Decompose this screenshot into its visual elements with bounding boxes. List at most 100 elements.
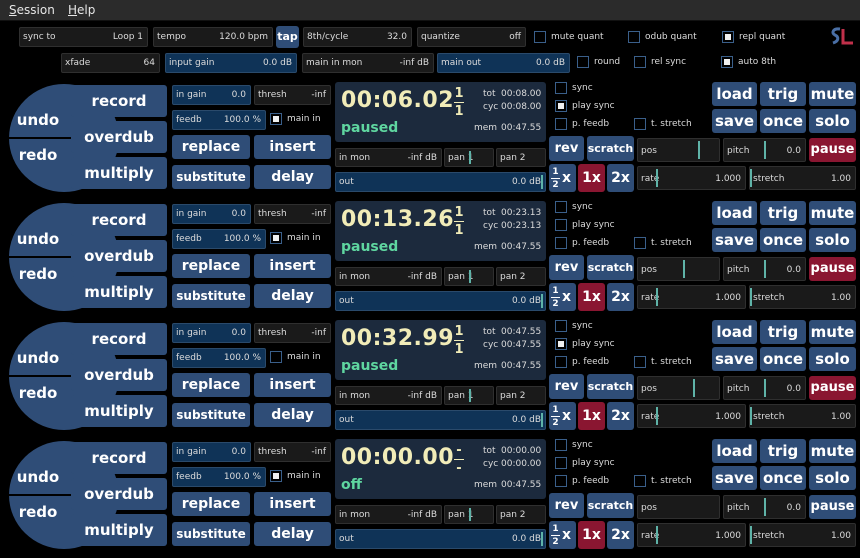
replace-button[interactable]: replace (172, 254, 250, 278)
reverse-button[interactable]: rev (549, 255, 584, 280)
pan-2-slider[interactable]: pan 2 (496, 148, 546, 167)
quantize-select[interactable]: quantize off (417, 27, 526, 47)
scratch-button[interactable]: scratch (587, 136, 634, 161)
main-in-checkbox[interactable]: main in (270, 351, 321, 365)
out-slider[interactable]: out 0.0 dB (335, 529, 546, 549)
save-button[interactable]: save (712, 109, 757, 133)
checkbox-box[interactable] (577, 56, 589, 68)
checkbox-box[interactable] (555, 439, 567, 451)
normal-speed-button[interactable]: 1x (578, 164, 605, 192)
p-feedb-checkbox[interactable]: p. feedb (555, 356, 609, 370)
multiply-button[interactable]: multiply (71, 157, 167, 189)
substitute-button[interactable]: substitute (172, 403, 250, 427)
pause-button[interactable]: pause (809, 138, 856, 162)
menu-help[interactable]: Help (68, 3, 95, 17)
pan-2-slider[interactable]: pan 2 (496, 505, 546, 524)
pitch-slider[interactable]: pitch 0.0 (723, 257, 806, 281)
substitute-button[interactable]: substitute (172, 284, 250, 308)
record-button[interactable]: record (71, 442, 167, 474)
thresh-slider[interactable]: thresh -inf (254, 442, 331, 462)
checkbox-box[interactable] (270, 232, 282, 244)
replace-button[interactable]: replace (172, 492, 250, 516)
out-slider[interactable]: out 0.0 dB (335, 410, 546, 430)
load-button[interactable]: load (712, 201, 757, 225)
t-stretch-checkbox[interactable]: t. stretch (634, 237, 692, 251)
load-button[interactable]: load (712, 82, 757, 106)
rel-sync-checkbox[interactable]: rel sync (634, 56, 686, 70)
half-speed-button[interactable]: 12 x (549, 164, 576, 192)
save-button[interactable]: save (712, 466, 757, 490)
scratch-button[interactable]: scratch (587, 493, 634, 518)
sync-checkbox[interactable]: sync (555, 439, 593, 453)
feedback-slider[interactable]: feedb 100.0 % (172, 467, 266, 487)
overdub-button[interactable]: overdub (71, 240, 167, 272)
delay-button[interactable]: delay (254, 284, 331, 308)
once-button[interactable]: once (760, 347, 806, 371)
undo-button[interactable]: undo (9, 468, 67, 486)
pitch-slider[interactable]: pitch 0.0 (723, 495, 806, 519)
undo-button[interactable]: undo (9, 349, 67, 367)
double-speed-button[interactable]: 2x (607, 283, 634, 311)
mute-button[interactable]: mute (809, 82, 856, 106)
in-mon-slider[interactable]: in mon -inf dB (335, 148, 442, 167)
checkbox-box[interactable] (555, 82, 567, 94)
multiply-button[interactable]: multiply (71, 276, 167, 308)
main-in-mon-slider[interactable]: main in mon -inf dB (302, 53, 434, 73)
rate-slider[interactable]: rate 1.000 (637, 523, 746, 547)
checkbox-box[interactable] (555, 100, 567, 112)
scratch-button[interactable]: scratch (587, 255, 634, 280)
p-feedb-checkbox[interactable]: p. feedb (555, 118, 609, 132)
normal-speed-button[interactable]: 1x (578, 521, 605, 549)
pause-button[interactable]: pause (809, 257, 856, 281)
thresh-slider[interactable]: thresh -inf (254, 323, 331, 343)
once-button[interactable]: once (760, 109, 806, 133)
save-button[interactable]: save (712, 347, 757, 371)
p-feedb-checkbox[interactable]: p. feedb (555, 475, 609, 489)
record-button[interactable]: record (71, 323, 167, 355)
load-button[interactable]: load (712, 439, 757, 463)
checkbox-box[interactable] (628, 31, 640, 43)
normal-speed-button[interactable]: 1x (578, 283, 605, 311)
checkbox-box[interactable] (555, 320, 567, 332)
redo-button[interactable]: redo (9, 384, 67, 402)
solo-button[interactable]: solo (809, 347, 856, 371)
in-gain-slider[interactable]: in gain 0.0 (172, 85, 251, 105)
checkbox-box[interactable] (555, 475, 567, 487)
mute-quant-checkbox[interactable]: mute quant (534, 31, 604, 45)
rate-slider[interactable]: rate 1.000 (637, 285, 746, 309)
reverse-button[interactable]: rev (549, 136, 584, 161)
feedback-slider[interactable]: feedb 100.0 % (172, 110, 266, 130)
mute-button[interactable]: mute (809, 439, 856, 463)
solo-button[interactable]: solo (809, 109, 856, 133)
in-mon-slider[interactable]: in mon -inf dB (335, 386, 442, 405)
multiply-button[interactable]: multiply (71, 395, 167, 427)
t-stretch-checkbox[interactable]: t. stretch (634, 356, 692, 370)
position-slider[interactable]: pos (637, 138, 720, 162)
checkbox-box[interactable] (555, 201, 567, 213)
record-button[interactable]: record (71, 85, 167, 117)
trigger-button[interactable]: trig (760, 320, 806, 344)
checkbox-box[interactable] (634, 56, 646, 68)
input-gain-slider[interactable]: input gain 0.0 dB (165, 53, 297, 73)
sync-to-select[interactable]: sync to Loop 1 (19, 27, 148, 47)
checkbox-box[interactable] (722, 31, 734, 43)
overdub-button[interactable]: overdub (71, 121, 167, 153)
pause-button[interactable]: pause (809, 495, 856, 519)
half-speed-button[interactable]: 12 x (549, 283, 576, 311)
play-sync-checkbox[interactable]: play sync (555, 219, 615, 233)
redo-button[interactable]: redo (9, 146, 67, 164)
play-sync-checkbox[interactable]: play sync (555, 338, 615, 352)
pitch-slider[interactable]: pitch 0.0 (723, 376, 806, 400)
half-speed-button[interactable]: 12 x (549, 521, 576, 549)
position-slider[interactable]: pos (637, 495, 720, 519)
once-button[interactable]: once (760, 466, 806, 490)
rate-slider[interactable]: rate 1.000 (637, 404, 746, 428)
sync-checkbox[interactable]: sync (555, 82, 593, 96)
in-mon-slider[interactable]: in mon -inf dB (335, 505, 442, 524)
main-in-checkbox[interactable]: main in (270, 232, 321, 246)
p-feedb-checkbox[interactable]: p. feedb (555, 237, 609, 251)
pan-1-slider[interactable]: pan 1 (444, 505, 494, 524)
pan-1-slider[interactable]: pan 1 (444, 148, 494, 167)
repl-quant-checkbox[interactable]: repl quant (722, 31, 785, 45)
thresh-slider[interactable]: thresh -inf (254, 85, 331, 105)
